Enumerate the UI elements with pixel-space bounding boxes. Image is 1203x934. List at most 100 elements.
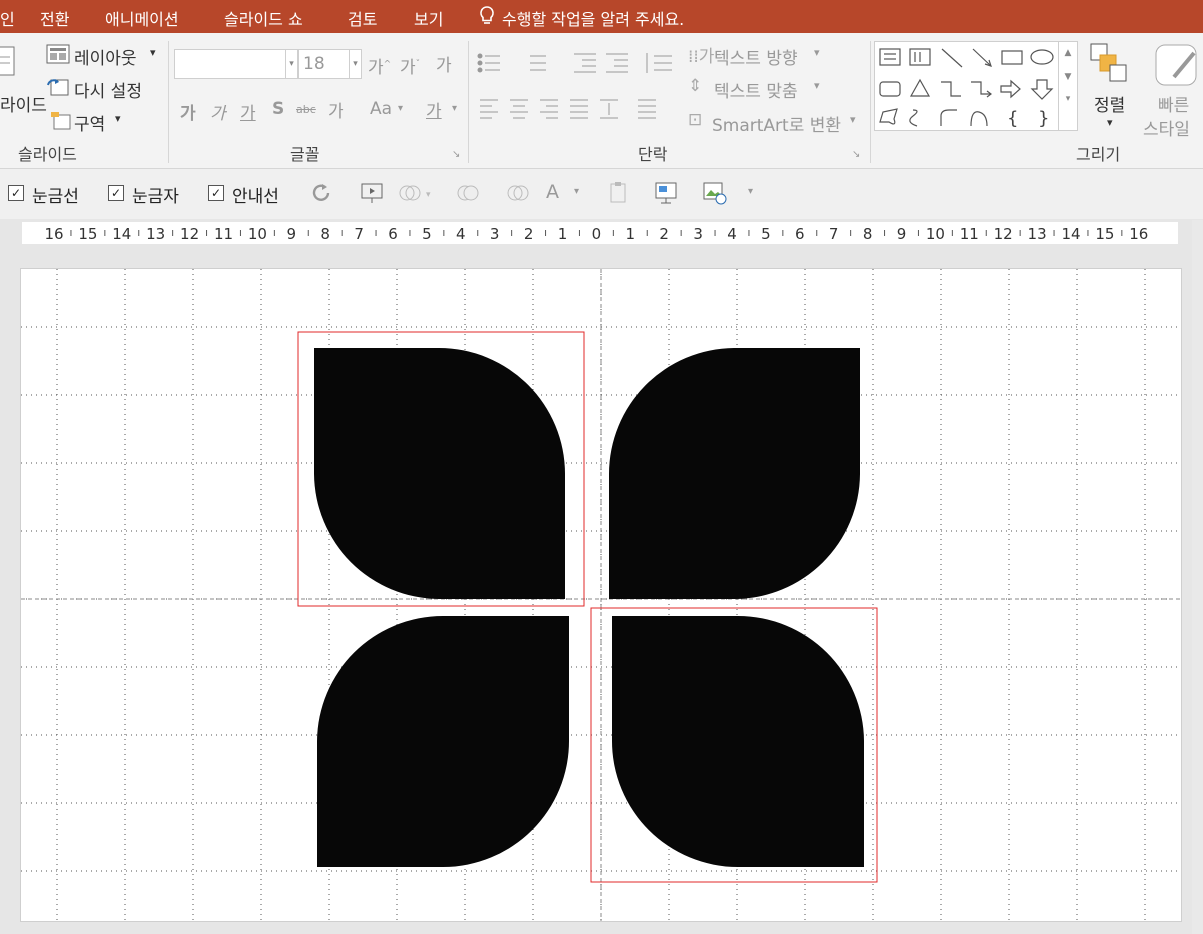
new-slide-button[interactable]: 라이드 bbox=[0, 91, 47, 116]
section-button[interactable]: 구역 bbox=[74, 110, 105, 135]
arrange-button[interactable]: 정렬 bbox=[1094, 91, 1125, 116]
merge-shapes-icon[interactable]: ▾ bbox=[398, 181, 438, 205]
ruler-label: 1 bbox=[558, 225, 568, 243]
font-name-dropdown[interactable]: ▾ bbox=[285, 49, 298, 79]
new-slide-icon[interactable] bbox=[0, 45, 16, 81]
ruler-label: 12 bbox=[180, 225, 199, 243]
ruler-label: 5 bbox=[422, 225, 432, 243]
underline-icon[interactable]: 가 bbox=[240, 99, 256, 124]
vertical-scrollbar[interactable] bbox=[1192, 220, 1203, 934]
layout-icon bbox=[46, 44, 70, 64]
reset-button[interactable]: 다시 설정 bbox=[74, 77, 142, 102]
arrange-icon bbox=[1090, 43, 1127, 82]
ruler-label: 16 bbox=[44, 225, 63, 243]
text-direction-dropdown-icon[interactable]: ▾ bbox=[814, 46, 820, 59]
ruler-label: 눈금자 bbox=[132, 187, 179, 207]
slideshow-from-current-icon[interactable] bbox=[360, 181, 384, 205]
text-effect-dropdown-icon[interactable]: ▾ bbox=[574, 186, 579, 197]
quick-styles-label-1[interactable]: 빠른 bbox=[1158, 91, 1189, 116]
ruler-checkbox[interactable]: ✓ bbox=[108, 185, 124, 201]
menu-tab-animations[interactable]: 애니메이션 bbox=[105, 6, 179, 30]
ruler-label: 7 bbox=[829, 225, 839, 243]
line-spacing-icon[interactable] bbox=[642, 51, 680, 77]
gallery-up-icon[interactable]: ▲ bbox=[1059, 48, 1077, 58]
ruler-label: 5 bbox=[761, 225, 771, 243]
font-size-input[interactable]: 18 bbox=[298, 49, 350, 79]
menu-tab-transitions[interactable]: 전환 bbox=[40, 6, 69, 30]
section-dropdown-icon[interactable]: ▾ bbox=[115, 112, 121, 125]
ruler-label: 8 bbox=[863, 225, 873, 243]
petal-shape-top-right[interactable] bbox=[609, 348, 860, 599]
ruler-label: 15 bbox=[78, 225, 97, 243]
horizontal-ruler[interactable]: 16 15 14 13 12 11 10 9 8 7 6 5 4 3 2 1 0 1 2 3 4 5 6 7 8 9 10 11 12 1… bbox=[22, 222, 1178, 244]
online-pictures-icon[interactable] bbox=[702, 180, 728, 206]
text-direction-icon: ⁞⁞가 bbox=[688, 47, 715, 67]
menu-tab-review[interactable]: 검토 bbox=[348, 6, 377, 30]
font-size-dropdown[interactable]: ▾ bbox=[349, 49, 362, 79]
menu-tab-design[interactable]: 인 bbox=[0, 6, 15, 30]
gallery-scroll[interactable]: ▲ ▼ ▾ bbox=[1058, 42, 1077, 130]
petal-shape-bottom-left[interactable] bbox=[317, 616, 569, 867]
menu-tab-view[interactable]: 보기 bbox=[414, 6, 443, 30]
more-options-dropdown-icon[interactable]: ▾ bbox=[748, 186, 753, 197]
shapes-gallery[interactable]: { } ▲ ▼ ▾ bbox=[874, 41, 1078, 131]
slide-drawing[interactable] bbox=[21, 269, 1181, 921]
menu-tab-slideshow[interactable]: 슬라이드 쇼 bbox=[224, 6, 303, 30]
tell-me-search[interactable]: 수행할 작업을 알려 주세요. bbox=[502, 6, 684, 30]
gridlines-checkbox[interactable]: ✓ bbox=[8, 185, 24, 201]
quick-styles-label-2[interactable]: 스타일 bbox=[1143, 115, 1190, 140]
gallery-down-icon[interactable]: ▼ bbox=[1059, 72, 1077, 82]
petal-shape-top-left[interactable] bbox=[314, 348, 565, 599]
font-color-icon[interactable]: 가 bbox=[426, 97, 442, 122]
rotate-icon[interactable] bbox=[310, 181, 334, 205]
reset-icon bbox=[47, 79, 69, 96]
alignment-icons[interactable] bbox=[478, 97, 678, 121]
intersect-shapes-icon[interactable] bbox=[506, 181, 530, 205]
indent-icon[interactable] bbox=[572, 51, 632, 75]
layout-dropdown-icon[interactable]: ▾ bbox=[150, 46, 156, 59]
align-text-dropdown-icon[interactable]: ▾ bbox=[814, 79, 820, 92]
font-dialog-launcher-icon[interactable]: ↘ bbox=[452, 149, 460, 160]
paragraph-dialog-launcher-icon[interactable]: ↘ bbox=[852, 149, 860, 160]
ruler-label: 14 bbox=[112, 225, 131, 243]
strikethrough-icon[interactable]: abc bbox=[296, 103, 316, 116]
arrange-dropdown-icon[interactable]: ▾ bbox=[1107, 116, 1113, 129]
svg-text:}: } bbox=[1038, 108, 1049, 129]
ribbon: 라이드 레이아웃 ▾ 다시 설정 구역 ▾ 슬라이드 ▾ 18 ▾ 가^ 가ˇ … bbox=[0, 33, 1203, 169]
ruler-label: 9 bbox=[287, 225, 297, 243]
layout-button[interactable]: 레이아웃 bbox=[74, 44, 137, 69]
text-shadow-icon[interactable]: S bbox=[272, 99, 284, 119]
text-effect-icon[interactable]: A bbox=[546, 181, 559, 203]
bullets-numbering-icon[interactable] bbox=[476, 51, 556, 75]
align-text-button[interactable]: 텍스트 맞춤 bbox=[714, 77, 798, 102]
ruler-label: 11 bbox=[214, 225, 233, 243]
clear-formatting-icon[interactable]: 가 bbox=[436, 51, 452, 76]
ruler-label: 14 bbox=[1061, 225, 1080, 243]
shapes-gallery-icons[interactable]: { } bbox=[875, 42, 1059, 130]
text-direction-button[interactable]: 텍스트 방향 bbox=[714, 44, 798, 69]
petal-shape-bottom-right[interactable] bbox=[612, 616, 864, 867]
change-case-icon[interactable]: Aa bbox=[370, 99, 392, 119]
bold-icon[interactable]: 가 bbox=[180, 99, 196, 124]
group-divider bbox=[468, 41, 469, 163]
font-name-input[interactable] bbox=[174, 49, 286, 79]
quick-styles-icon bbox=[1155, 44, 1197, 86]
union-shapes-icon[interactable] bbox=[456, 181, 480, 205]
gallery-more-icon[interactable]: ▾ bbox=[1059, 94, 1077, 104]
smartart-button[interactable]: SmartArt로 변환 bbox=[712, 111, 841, 136]
lightbulb-icon bbox=[480, 6, 494, 24]
smartart-dropdown-icon[interactable]: ▾ bbox=[850, 113, 856, 126]
italic-icon[interactable]: 가 bbox=[210, 99, 226, 124]
screenshot-icon[interactable] bbox=[654, 180, 680, 206]
change-case-dropdown-icon[interactable]: ▾ bbox=[398, 103, 403, 114]
ruler-label: 16 bbox=[1129, 225, 1148, 243]
ruler-label: 10 bbox=[926, 225, 945, 243]
clipboard-icon[interactable] bbox=[606, 180, 630, 204]
char-spacing-icon[interactable]: 가 bbox=[328, 97, 344, 122]
guides-checkbox[interactable]: ✓ bbox=[208, 185, 224, 201]
slide-canvas[interactable] bbox=[20, 268, 1182, 922]
grow-font-icon[interactable]: 가^ bbox=[368, 53, 391, 78]
shrink-font-icon[interactable]: 가ˇ bbox=[400, 53, 420, 78]
slides-group-label: 슬라이드 bbox=[18, 145, 77, 164]
font-color-dropdown-icon[interactable]: ▾ bbox=[452, 103, 457, 114]
